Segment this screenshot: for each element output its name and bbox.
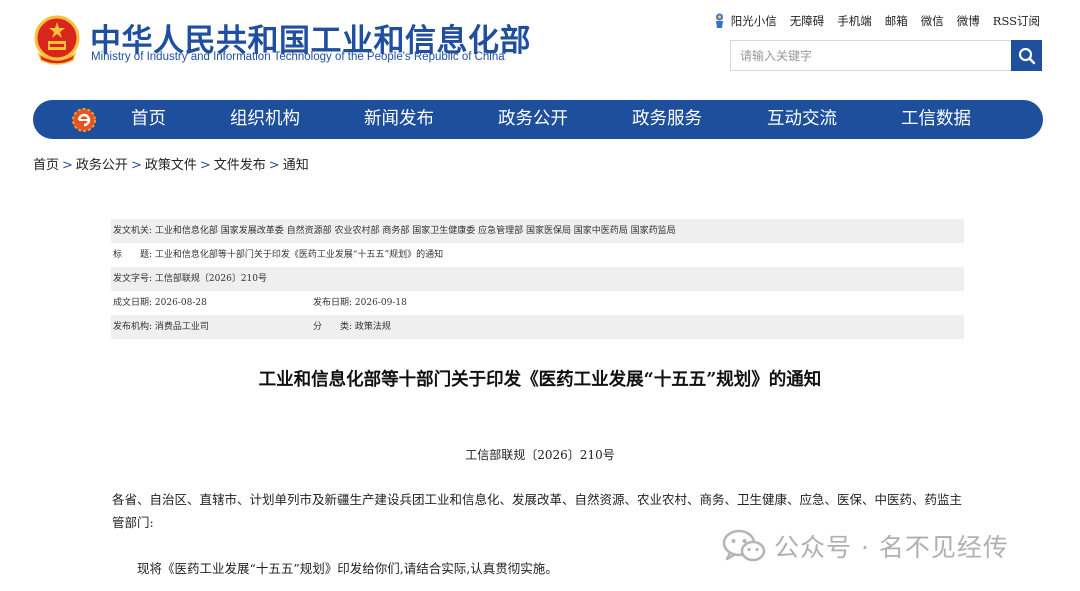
document-meta-table: 发文机关: 工业和信息化部 国家发展改革委 自然资源部 农业农村部 商务部 国家… bbox=[111, 219, 964, 339]
meta-docno-label: 发文字号: bbox=[113, 274, 153, 284]
nav-item-home[interactable]: 首页 bbox=[131, 100, 166, 139]
search-icon bbox=[1018, 47, 1035, 64]
meta-org-label: 发布机构: bbox=[113, 322, 153, 332]
national-emblem-icon bbox=[34, 15, 80, 65]
meta-row-issuer: 发文机关: 工业和信息化部 国家发展改革委 自然资源部 农业农村部 商务部 国家… bbox=[111, 219, 964, 243]
top-link-accessibility[interactable]: 无障碍 bbox=[790, 13, 825, 29]
meta-title-label: 标 题: bbox=[113, 250, 153, 260]
nav-item-data[interactable]: 工信数据 bbox=[901, 100, 971, 139]
breadcrumb-policy-docs[interactable]: 政策文件 bbox=[145, 158, 197, 173]
breadcrumb: 首页 > 政务公开 > 政策文件 > 文件发布 > 通知 bbox=[33, 154, 309, 173]
top-link-mobile[interactable]: 手机端 bbox=[837, 13, 872, 29]
wechat-icon bbox=[722, 529, 766, 562]
nav-item-services[interactable]: 政务服务 bbox=[632, 100, 702, 139]
breadcrumb-separator: > bbox=[130, 158, 142, 173]
breadcrumb-gov-affairs[interactable]: 政务公开 bbox=[76, 158, 128, 173]
top-link-label: 阳光小信 bbox=[730, 13, 777, 28]
article-title: 工业和信息化部等十部门关于印发《医药工业发展“十五五”规划》的通知 bbox=[258, 370, 822, 390]
top-link-rss[interactable]: RSS订阅 bbox=[993, 13, 1040, 29]
article-body: 现将《医药工业发展“十五五”规划》印发给你们,请结合实际,认真贯彻实施。 bbox=[137, 561, 558, 576]
main-nav: 首页 组织机构 新闻发布 政务公开 政务服务 互动交流 工信数据 bbox=[33, 100, 1043, 139]
wechat-watermark: 公众号 · 名不见经传 bbox=[722, 528, 1009, 564]
breadcrumb-separator: > bbox=[62, 158, 73, 173]
watermark-text: 公众号 · 名不见经传 bbox=[774, 533, 1009, 562]
meta-title-value: 工业和信息化部等十部门关于印发《医药工业发展“十五五”规划》的通知 bbox=[154, 250, 444, 260]
meta-row-org: 发布机构: 消费品工业司 分 类: 政策法规 bbox=[111, 315, 964, 339]
breadcrumb-separator: > bbox=[199, 158, 211, 173]
meta-row-title: 标 题: 工业和信息化部等十部门关于印发《医药工业发展“十五五”规划》的通知 bbox=[111, 243, 964, 267]
meta-row-dates: 成文日期: 2026-08-28 发布日期: 2026-09-18 bbox=[111, 291, 964, 315]
sunshine-mascot-icon bbox=[715, 13, 723, 28]
meta-category: 分 类: 政策法规 bbox=[313, 315, 391, 339]
nav-item-news[interactable]: 新闻发布 bbox=[364, 100, 434, 139]
top-link-mail[interactable]: 邮箱 bbox=[885, 13, 908, 29]
search-input[interactable] bbox=[731, 41, 1012, 70]
meta-category-label: 分 类: bbox=[313, 322, 353, 332]
meta-docno-value: 工信部联规〔2026〕210号 bbox=[154, 274, 268, 284]
meta-category-value: 政策法规 bbox=[354, 322, 391, 332]
article-doc-number: 工信部联规〔2026〕210号 bbox=[465, 448, 615, 462]
meta-row-docno: 发文字号: 工信部联规〔2026〕210号 bbox=[111, 267, 964, 291]
top-link-wechat[interactable]: 微信 bbox=[921, 13, 944, 29]
meta-date-value: 2026-08-28 bbox=[154, 298, 207, 308]
meta-org-value: 消费品工业司 bbox=[154, 322, 209, 332]
top-link-sunshine[interactable]: 阳光小信 bbox=[713, 12, 777, 29]
search-button[interactable] bbox=[1011, 40, 1042, 71]
top-links: 阳光小信 无障碍 手机端 邮箱 微信 微博 RSS订阅 bbox=[700, 12, 1040, 29]
nav-item-interaction[interactable]: 互动交流 bbox=[767, 100, 837, 139]
meta-pubdate: 发布日期: 2026-09-18 bbox=[313, 291, 407, 315]
meta-pubdate-value: 2026-09-18 bbox=[354, 298, 407, 308]
breadcrumb-home[interactable]: 首页 bbox=[33, 158, 59, 173]
meta-issuer-label: 发文机关: bbox=[113, 226, 153, 236]
breadcrumb-file-release[interactable]: 文件发布 bbox=[214, 158, 266, 173]
ministry-name-en: Ministry of Industry and Information Tec… bbox=[91, 51, 505, 63]
miit-logo-icon bbox=[72, 108, 96, 132]
breadcrumb-notice[interactable]: 通知 bbox=[283, 158, 309, 173]
meta-date-label: 成文日期: bbox=[113, 298, 153, 308]
breadcrumb-separator: > bbox=[268, 158, 280, 173]
meta-issuer-value: 工业和信息化部 国家发展改革委 自然资源部 农业农村部 商务部 国家卫生健康委 … bbox=[154, 226, 676, 236]
nav-item-government-affairs[interactable]: 政务公开 bbox=[498, 100, 568, 139]
search-box bbox=[730, 40, 1042, 71]
top-link-weibo[interactable]: 微博 bbox=[957, 13, 980, 29]
nav-item-organization[interactable]: 组织机构 bbox=[230, 100, 300, 139]
meta-pubdate-label: 发布日期: bbox=[313, 298, 353, 308]
